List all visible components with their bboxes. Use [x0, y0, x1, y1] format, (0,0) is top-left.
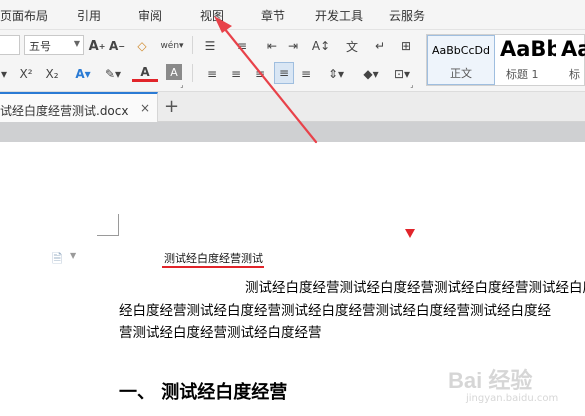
- style-label: 正文: [450, 67, 472, 80]
- margin-corner-mark: [118, 214, 119, 236]
- align-right-icon[interactable]: ≡: [252, 64, 268, 84]
- ribbon-separator: [192, 36, 193, 54]
- change-case-icon[interactable]: A↕: [310, 36, 332, 56]
- watermark-logo: Bai 经验: [448, 368, 533, 393]
- font-name-box[interactable]: [0, 35, 20, 55]
- watermark-url: jingyan.baidu.com: [466, 393, 559, 404]
- grow-font-icon[interactable]: A +: [89, 36, 106, 56]
- tab-cloud-services[interactable]: 云服务: [389, 7, 425, 24]
- text-effect-icon[interactable]: A▾: [72, 64, 94, 84]
- document-title: 测试经白度经营测试: [164, 252, 263, 265]
- font-dialog-launcher-icon[interactable]: ⌟: [178, 80, 186, 90]
- style-label: 标: [569, 68, 580, 81]
- numbered-list-icon[interactable]: ≡: [232, 36, 252, 56]
- table-icon[interactable]: ⊞: [398, 36, 414, 56]
- style-preview: Aa: [561, 37, 585, 61]
- superscript-icon[interactable]: X²: [18, 64, 34, 84]
- font-color-icon[interactable]: A: [132, 64, 158, 82]
- paragraph-line: 经白度经营测试经白度经营测试经白度经营测试经白度经营测试经白度经: [119, 303, 551, 319]
- paragraph-line: 营测试经白度经营测试经白度经营: [119, 325, 322, 341]
- close-icon[interactable]: ×: [140, 101, 150, 115]
- chinese-layout-icon[interactable]: 文: [344, 36, 360, 56]
- margin-corner-mark: [97, 235, 119, 236]
- tab-page-layout[interactable]: 页面布局: [0, 7, 48, 24]
- clear-format-icon[interactable]: ◇: [134, 36, 150, 56]
- style-preview: AaBbCcDd: [432, 44, 490, 57]
- shading-icon[interactable]: ◆▾: [358, 64, 384, 84]
- underline-icon[interactable]: ▾: [0, 64, 10, 84]
- shrink-font-icon[interactable]: A −: [109, 36, 125, 56]
- style-preview: AaBb: [500, 37, 556, 61]
- title-underline: [162, 266, 264, 268]
- ribbon-separator: [192, 64, 193, 82]
- tab-view[interactable]: 视图: [200, 7, 224, 24]
- style-gallery: AaBbCcDd 正文 AaBb 标题 1 Aa 标: [426, 34, 585, 86]
- pinyin-guide-icon[interactable]: wén▾: [160, 36, 184, 56]
- style-heading-2[interactable]: Aa 标: [557, 35, 585, 85]
- document-tab-label: 试经白度经营测试.docx: [0, 104, 129, 118]
- new-tab-button[interactable]: +: [164, 96, 179, 117]
- bullet-list-icon[interactable]: ☰: [200, 36, 220, 56]
- increase-indent-icon[interactable]: ⇥: [285, 36, 301, 56]
- tab-chapter[interactable]: 章节: [261, 7, 285, 24]
- paragraph-line: 测试经白度经营测试经白度经营测试经白度经营测试经白度: [245, 280, 585, 296]
- tab-references[interactable]: 引用: [77, 7, 101, 24]
- workspace-background: [0, 122, 585, 142]
- document-tab-bar: 试经白度经营测试.docx × +: [0, 92, 585, 122]
- character-shading-icon[interactable]: A: [166, 64, 182, 80]
- paragraph-handle-icon[interactable]: 🗎: [52, 250, 62, 272]
- decrease-indent-icon[interactable]: ⇤: [264, 36, 280, 56]
- tab-review[interactable]: 审阅: [138, 7, 162, 24]
- subscript-icon[interactable]: X₂: [44, 64, 60, 84]
- style-heading-1[interactable]: AaBb 标题 1: [496, 35, 556, 85]
- font-size-select[interactable]: 五号 ▼: [24, 35, 84, 55]
- baidu-watermark: Bai 经验 jingyan.baidu.com: [448, 361, 583, 413]
- chevron-down-icon[interactable]: ▼: [70, 251, 76, 260]
- paragraph-dialog-launcher-icon[interactable]: ⌟: [408, 80, 416, 90]
- line-spacing-icon[interactable]: ⇕▾: [324, 64, 348, 84]
- distributed-align-icon[interactable]: ≡: [298, 64, 314, 84]
- tab-developer-tools[interactable]: 开发工具: [315, 7, 363, 24]
- style-normal[interactable]: AaBbCcDd 正文: [427, 35, 495, 85]
- align-center-icon[interactable]: ≡: [228, 64, 244, 84]
- highlight-icon[interactable]: ✎▾: [100, 64, 126, 84]
- justify-icon[interactable]: ≡: [274, 62, 294, 84]
- ribbon-toolbar: 五号 ▼ A + A − ◇ wén▾ ☰ ≡ ⇤ ⇥ A↕ 文 ↵ ⊞ ▾ X² …: [0, 30, 585, 92]
- menu-tab-bar: 页面布局 引用 审阅 视图 章节 开发工具 云服务: [0, 0, 585, 30]
- chevron-down-icon: ▼: [73, 39, 80, 48]
- style-label: 标题 1: [506, 68, 539, 81]
- section-heading: 一、 测试经白度经营: [119, 382, 288, 403]
- align-left-icon[interactable]: ≡: [204, 64, 220, 84]
- document-tab[interactable]: 试经白度经营测试.docx ×: [0, 92, 158, 122]
- show-hide-marks-icon[interactable]: ↵: [372, 36, 388, 56]
- red-triangle-marker: [405, 229, 415, 238]
- font-size-value: 五号: [29, 40, 51, 53]
